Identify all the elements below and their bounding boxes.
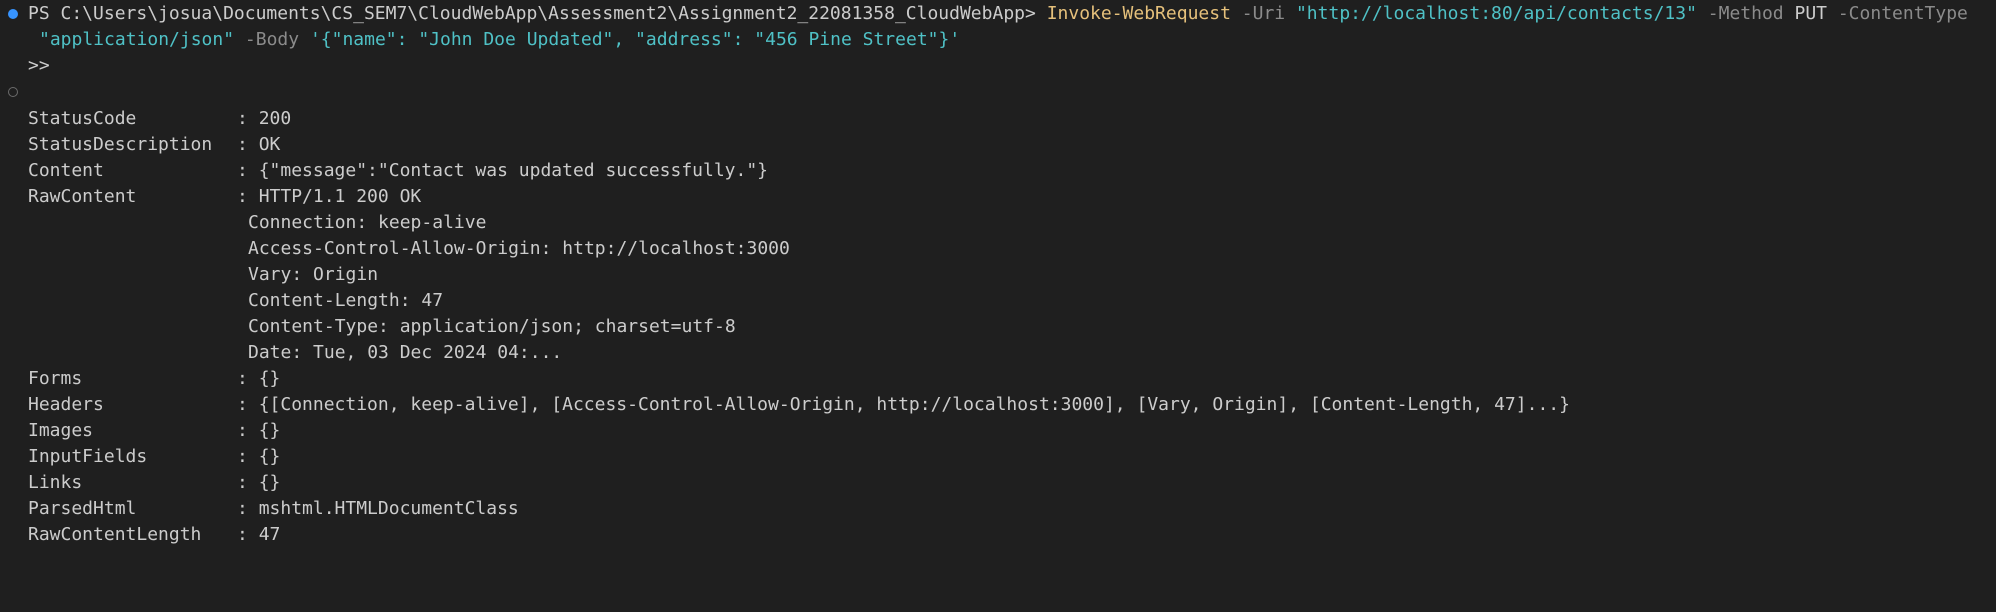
output-key: Forms [28, 368, 83, 389]
output-value: {"message":"Contact was updated successf… [258, 160, 769, 181]
output-value: 47 [258, 524, 281, 545]
command-success-dot-icon[interactable] [8, 9, 18, 19]
uri-value: "http://localhost:80/api/contacts/13" [1295, 3, 1697, 24]
uri-flag: -Uri [1241, 3, 1286, 24]
prompt-path: PS C:\Users\josua\Documents\CS_SEM7\Clou… [28, 3, 1036, 24]
rawcontent-line: Connection: keep-alive [248, 212, 487, 233]
continuation-prompt: >> [28, 55, 50, 76]
output-row-headers: Headers: {[Connection, keep-alive], [Acc… [28, 392, 1570, 418]
command-pending-dot-icon[interactable] [8, 87, 18, 97]
output-key: StatusDescription [28, 134, 213, 155]
output-row-statuscode: StatusCode: 200 [28, 106, 291, 132]
output-key: Headers [28, 394, 104, 415]
output-key: RawContentLength [28, 524, 202, 545]
output-row-rawcontentlength: RawContentLength: 47 [28, 522, 280, 548]
content-type-flag: -ContentType [1837, 3, 1968, 24]
output-row-statusdescription: StatusDescription: OK [28, 132, 280, 158]
output-row-images: Images: {} [28, 418, 280, 444]
body-value: '{"name": "John Doe Updated", "address":… [309, 29, 961, 50]
output-separator: : [237, 472, 248, 493]
command-line-2: "application/json" -Body '{"name": "John… [39, 27, 960, 53]
output-separator: : [237, 368, 248, 389]
rawcontent-line: Vary: Origin [248, 264, 379, 285]
method-flag: -Method [1707, 3, 1784, 24]
command-name: Invoke-WebRequest [1046, 3, 1231, 24]
rawcontent-line: Content-Length: 47 [248, 290, 444, 311]
output-separator: : [237, 394, 248, 415]
output-value: {} [258, 446, 281, 467]
output-row-forms: Forms: {} [28, 366, 280, 392]
output-key: Images [28, 420, 94, 441]
output-value: {} [258, 368, 281, 389]
output-separator: : [237, 446, 248, 467]
body-flag: -Body [244, 29, 300, 50]
content-type-value: "application/json" [39, 29, 235, 50]
command-line-1: PS C:\Users\josua\Documents\CS_SEM7\Clou… [28, 1, 1968, 27]
terminal-panel[interactable]: PS C:\Users\josua\Documents\CS_SEM7\Clou… [0, 0, 1996, 612]
output-key: StatusCode [28, 108, 137, 129]
output-separator: : [237, 420, 248, 441]
output-separator: : [237, 524, 248, 545]
output-key: Content [28, 160, 104, 181]
output-separator: : [237, 134, 248, 155]
output-value: {} [258, 472, 281, 493]
output-value: OK [258, 134, 281, 155]
output-key: InputFields [28, 446, 148, 467]
rawcontent-line: Access-Control-Allow-Origin: http://loca… [248, 238, 790, 259]
method-value: PUT [1794, 3, 1827, 24]
output-value: HTTP/1.1 200 OK [258, 186, 422, 207]
output-value: 200 [258, 108, 292, 129]
output-value: {} [258, 420, 281, 441]
output-separator: : [237, 160, 248, 181]
output-value: {[Connection, keep-alive], [Access-Contr… [258, 394, 1570, 415]
output-row-content: Content: {"message":"Contact was updated… [28, 158, 768, 184]
output-key: ParsedHtml [28, 498, 137, 519]
output-row-parsedhtml: ParsedHtml: mshtml.HTMLDocumentClass [28, 496, 519, 522]
output-key: Links [28, 472, 83, 493]
output-separator: : [237, 186, 248, 207]
rawcontent-line: Content-Type: application/json; charset=… [248, 316, 736, 337]
output-key: RawContent [28, 186, 137, 207]
rawcontent-line: Date: Tue, 03 Dec 2024 04:... [248, 342, 563, 363]
output-value: mshtml.HTMLDocumentClass [258, 498, 519, 519]
output-row-rawcontent: RawContent: HTTP/1.1 200 OK [28, 184, 421, 210]
output-row-links: Links: {} [28, 470, 280, 496]
output-row-inputfields: InputFields: {} [28, 444, 280, 470]
output-separator: : [237, 108, 248, 129]
output-separator: : [237, 498, 248, 519]
